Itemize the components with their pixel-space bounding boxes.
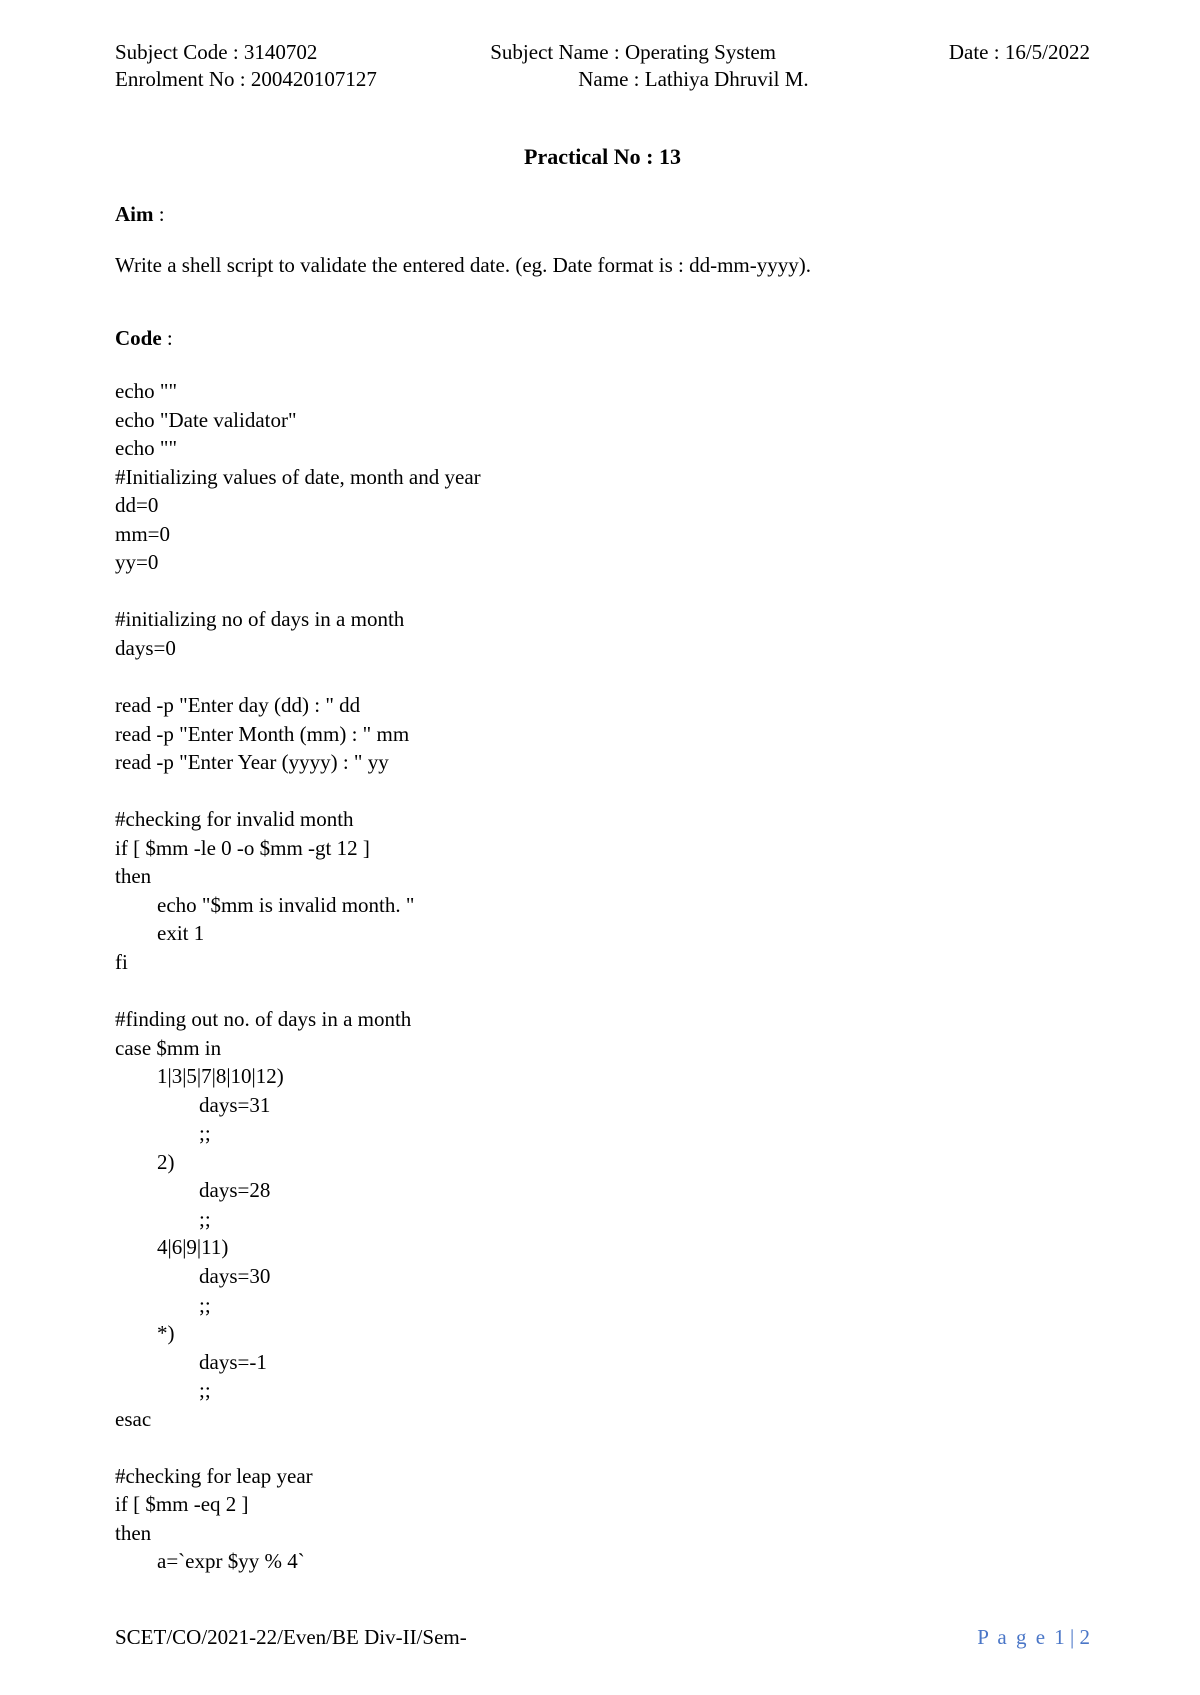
code-colon: : <box>162 326 173 350</box>
subject-code-label: Subject Code : <box>115 40 244 64</box>
enrolment-no: Enrolment No : 200420107127 <box>115 67 377 92</box>
aim-colon: : <box>154 202 165 226</box>
code-heading: Code : <box>115 326 1090 351</box>
subject-name-label: Subject Name : <box>490 40 625 64</box>
page-number: 1 | 2 <box>1054 1625 1090 1649</box>
footer-left: SCET/CO/2021-22/Even/BE Div-II/Sem- <box>115 1625 467 1650</box>
aim-text: Write a shell script to validate the ent… <box>115 253 1090 278</box>
page-label: P a g e <box>977 1625 1054 1649</box>
date: Date : 16/5/2022 <box>949 40 1090 65</box>
subject-code-value: 3140702 <box>244 40 318 64</box>
subject-name-value: Operating System <box>625 40 776 64</box>
name-value: Lathiya Dhruvil M. <box>645 67 809 91</box>
name: Name : Lathiya Dhruvil M. <box>578 67 808 92</box>
practical-title: Practical No : 13 <box>115 144 1090 170</box>
enrolment-label: Enrolment No : <box>115 67 251 91</box>
code-block: echo "" echo "Date validator" echo "" #I… <box>115 377 1090 1576</box>
enrolment-value: 200420107127 <box>251 67 377 91</box>
code-label: Code <box>115 326 162 350</box>
date-label: Date : <box>949 40 1005 64</box>
header-row-2: Enrolment No : 200420107127 Name : Lathi… <box>115 67 1090 92</box>
subject-name: Subject Name : Operating System <box>490 40 776 65</box>
name-label: Name : <box>578 67 644 91</box>
date-value: 16/5/2022 <box>1005 40 1090 64</box>
footer: SCET/CO/2021-22/Even/BE Div-II/Sem- P a … <box>115 1625 1090 1650</box>
subject-code: Subject Code : 3140702 <box>115 40 317 65</box>
header-row-1: Subject Code : 3140702 Subject Name : Op… <box>115 40 1090 65</box>
footer-right: P a g e 1 | 2 <box>977 1625 1090 1650</box>
aim-heading: Aim : <box>115 202 1090 227</box>
aim-label: Aim <box>115 202 154 226</box>
